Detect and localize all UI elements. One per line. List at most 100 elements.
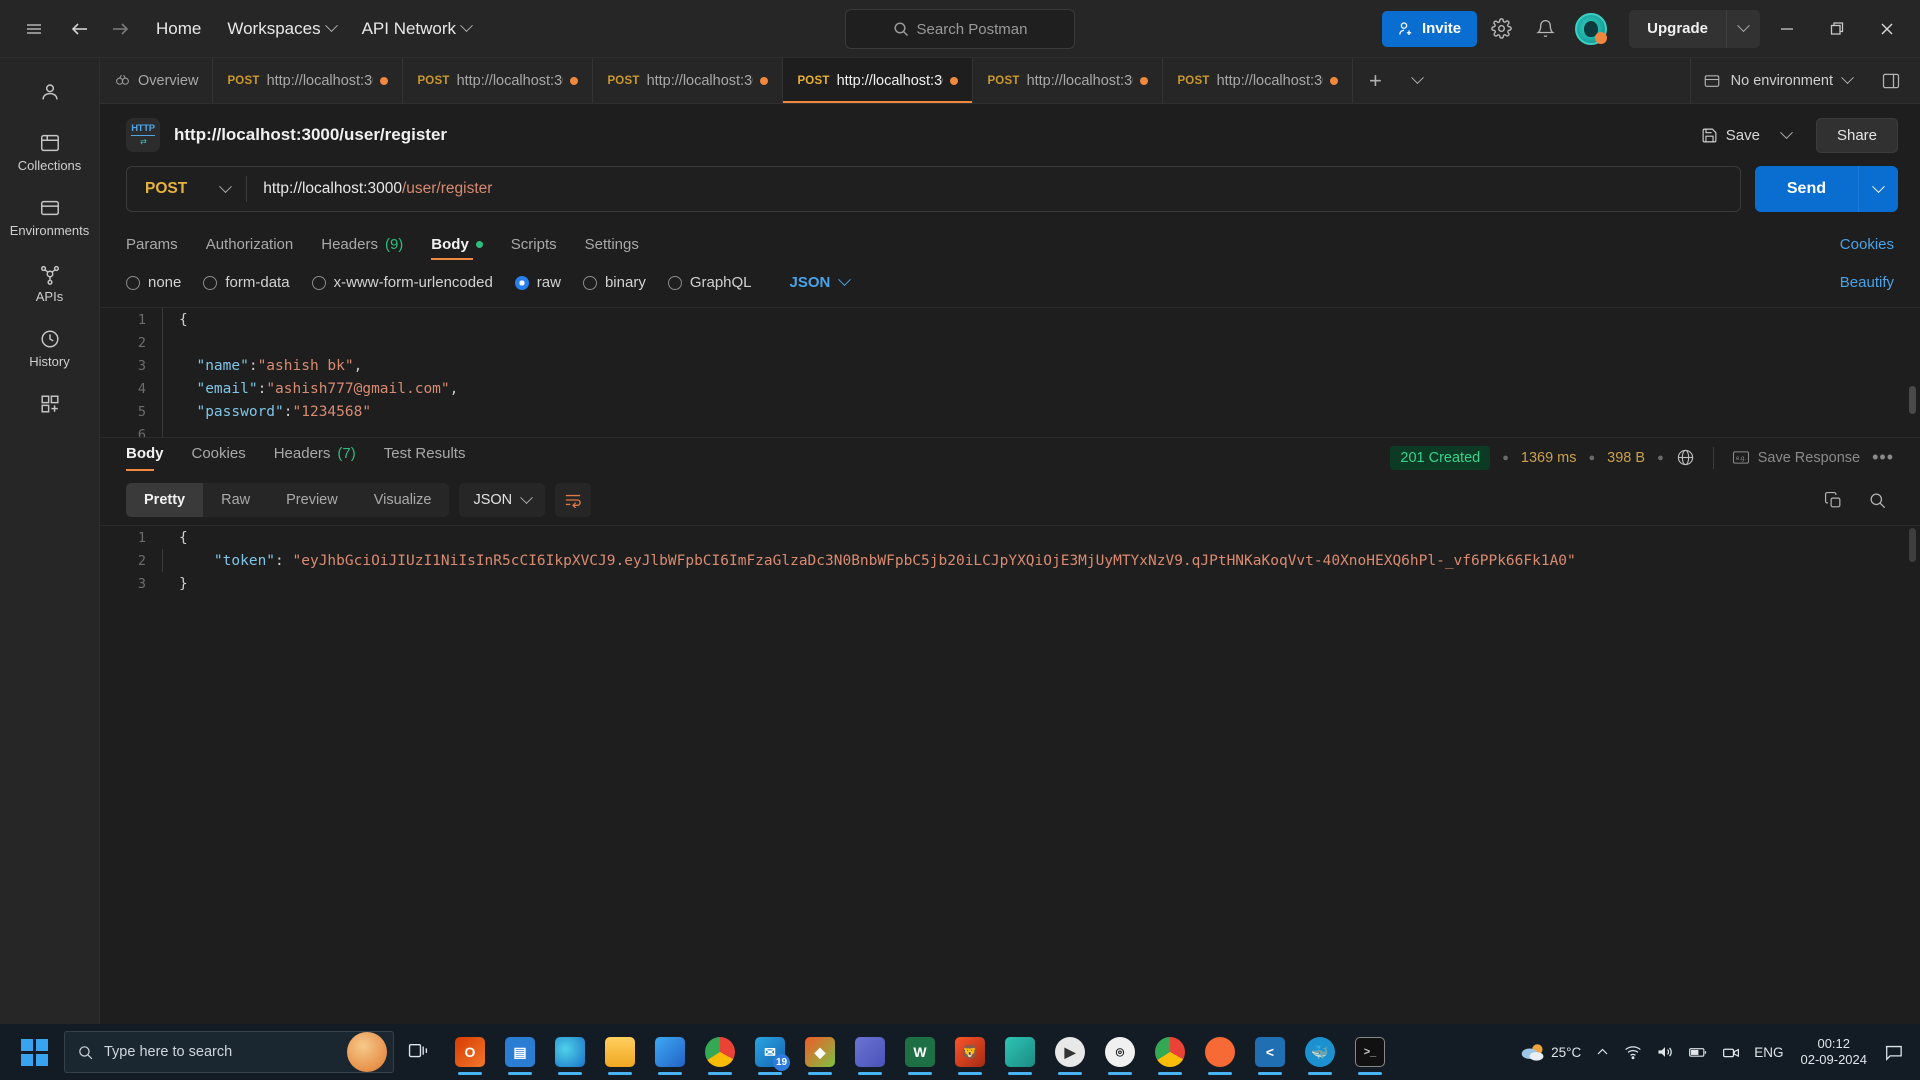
taskbar-app-docker[interactable]: 🐳: [1296, 1027, 1344, 1077]
share-button[interactable]: Share: [1816, 118, 1898, 153]
tab-overview[interactable]: Overview: [100, 58, 213, 103]
sidebar-item-new[interactable]: [7, 384, 93, 427]
taskbar-app-misc[interactable]: [996, 1027, 1044, 1077]
radio-raw[interactable]: raw: [515, 274, 561, 291]
taskbar-app-media[interactable]: ▶: [1046, 1027, 1094, 1077]
tab-settings[interactable]: Settings: [585, 236, 639, 260]
tab-body[interactable]: Body: [431, 236, 483, 260]
taskbar-app-brave[interactable]: 🦁: [946, 1027, 994, 1077]
environment-quick-look-button[interactable]: [1874, 64, 1908, 98]
taskbar-search-input[interactable]: Type here to search: [64, 1031, 394, 1073]
taskbar-app-edge[interactable]: [546, 1027, 594, 1077]
network-button[interactable]: [1617, 1040, 1649, 1064]
view-mode-pretty[interactable]: Pretty: [126, 483, 203, 517]
taskbar-app-vscode[interactable]: <: [1246, 1027, 1294, 1077]
upgrade-dropdown-button[interactable]: [1726, 10, 1760, 48]
tab-request-2[interactable]: POST http://localhost:3000,: [403, 58, 593, 103]
tab-headers[interactable]: Headers(9): [321, 236, 403, 260]
radio-binary[interactable]: binary: [583, 274, 646, 291]
sidebar-item-profile[interactable]: [7, 72, 93, 115]
tab-request-4[interactable]: POST http://localhost:3000,: [783, 58, 973, 103]
taskbar-app-explorer[interactable]: [596, 1027, 644, 1077]
response-tab-cookies[interactable]: Cookies: [192, 445, 246, 471]
taskbar-app-chrome[interactable]: [1146, 1027, 1194, 1077]
response-tab-headers[interactable]: Headers(7): [274, 445, 356, 471]
url-input[interactable]: http://localhost:3000/user/register: [247, 180, 1740, 198]
show-hidden-icons-button[interactable]: [1588, 1041, 1617, 1064]
radio-urlencoded[interactable]: x-www-form-urlencoded: [312, 274, 493, 291]
method-selector[interactable]: POST: [127, 167, 246, 211]
response-more-button[interactable]: •••: [1872, 447, 1894, 468]
start-button[interactable]: [6, 1027, 62, 1077]
wrap-lines-button[interactable]: [555, 483, 591, 517]
raw-format-selector[interactable]: JSON: [790, 274, 850, 291]
beautify-button[interactable]: Beautify: [1840, 274, 1894, 291]
arrow-left-icon[interactable]: [60, 9, 100, 49]
invite-button[interactable]: Invite: [1382, 11, 1477, 47]
taskbar-app-office[interactable]: O: [446, 1027, 494, 1077]
taskbar-app-chrome-alt[interactable]: [696, 1027, 744, 1077]
response-format-selector[interactable]: JSON: [459, 483, 545, 517]
screen-recorder-icon[interactable]: [1715, 1041, 1747, 1064]
avatar[interactable]: [1575, 13, 1607, 45]
taskbar-app-photos[interactable]: [646, 1027, 694, 1077]
tab-params[interactable]: Params: [126, 236, 178, 260]
radio-form-data[interactable]: form-data: [203, 274, 289, 291]
taskbar-app-excel[interactable]: W: [896, 1027, 944, 1077]
taskbar-app-terminal[interactable]: >_: [1346, 1027, 1394, 1077]
sidebar-item-collections[interactable]: Collections: [7, 123, 93, 180]
volume-button[interactable]: [1649, 1040, 1681, 1064]
send-button[interactable]: Send: [1755, 166, 1858, 212]
battery-button[interactable]: [1681, 1041, 1715, 1063]
environment-selector[interactable]: No environment: [1691, 58, 1864, 103]
response-tab-test-results[interactable]: Test Results: [384, 445, 466, 471]
search-input[interactable]: Search Postman: [845, 9, 1075, 49]
view-mode-preview[interactable]: Preview: [268, 483, 356, 517]
workspaces-menu[interactable]: Workspaces: [217, 13, 345, 45]
cookies-link[interactable]: Cookies: [1840, 236, 1894, 260]
search-icon[interactable]: [1860, 483, 1894, 517]
tab-authorization[interactable]: Authorization: [206, 236, 294, 260]
close-button[interactable]: [1864, 9, 1910, 49]
bell-icon[interactable]: [1525, 9, 1565, 49]
taskbar-app-github[interactable]: ⌾: [1096, 1027, 1144, 1077]
copy-icon[interactable]: [1816, 483, 1850, 517]
tab-scripts[interactable]: Scripts: [511, 236, 557, 260]
save-button[interactable]: Save: [1689, 119, 1772, 152]
maximize-button[interactable]: [1814, 9, 1860, 49]
taskbar-app-teams[interactable]: [846, 1027, 894, 1077]
save-response-button[interactable]: e.g. Save Response: [1732, 450, 1860, 466]
taskbar-app-store[interactable]: ▤: [496, 1027, 544, 1077]
minimize-button[interactable]: [1764, 9, 1810, 49]
task-view-button[interactable]: [396, 1027, 444, 1077]
cortana-icon[interactable]: [347, 1032, 387, 1072]
tab-request-6[interactable]: POST http://localhost:3000,: [1163, 58, 1353, 103]
request-body-editor[interactable]: 1 { 2 3 "name":"ashish bk", 4: [100, 307, 1920, 437]
arrow-right-icon[interactable]: [100, 9, 140, 49]
home-link[interactable]: Home: [146, 13, 211, 45]
weather-widget[interactable]: 25°C: [1513, 1037, 1588, 1067]
response-tab-body[interactable]: Body: [126, 445, 164, 471]
view-mode-raw[interactable]: Raw: [203, 483, 268, 517]
globe-icon[interactable]: [1676, 448, 1695, 467]
hamburger-icon[interactable]: [14, 9, 54, 49]
taskbar-app-mail[interactable]: ✉ 19: [746, 1027, 794, 1077]
tab-request-1[interactable]: POST http://localhost:3000,: [213, 58, 403, 103]
response-body-editor[interactable]: 1 { 2 "token": "eyJhbGciOiJIUzI1NiIsInR5…: [100, 525, 1920, 1044]
tab-list-dropdown-button[interactable]: [1397, 58, 1437, 103]
send-dropdown-button[interactable]: [1858, 166, 1898, 212]
new-tab-button[interactable]: +: [1353, 58, 1397, 103]
sidebar-item-apis[interactable]: APIs: [7, 254, 93, 311]
save-dropdown-button[interactable]: [1772, 118, 1802, 152]
sidebar-item-history[interactable]: History: [7, 319, 93, 376]
language-indicator[interactable]: ENG: [1747, 1041, 1790, 1064]
api-network-menu[interactable]: API Network: [352, 13, 481, 45]
radio-none[interactable]: none: [126, 274, 181, 291]
tab-request-5[interactable]: POST http://localhost:3000,: [973, 58, 1163, 103]
view-mode-visualize[interactable]: Visualize: [356, 483, 450, 517]
response-scrollbar[interactable]: [1909, 528, 1916, 562]
editor-scrollbar[interactable]: [1909, 386, 1916, 414]
tab-request-3[interactable]: POST http://localhost:3000,: [593, 58, 783, 103]
clock[interactable]: 00:12 02-09-2024: [1791, 1036, 1878, 1069]
taskbar-app-games[interactable]: ◆: [796, 1027, 844, 1077]
